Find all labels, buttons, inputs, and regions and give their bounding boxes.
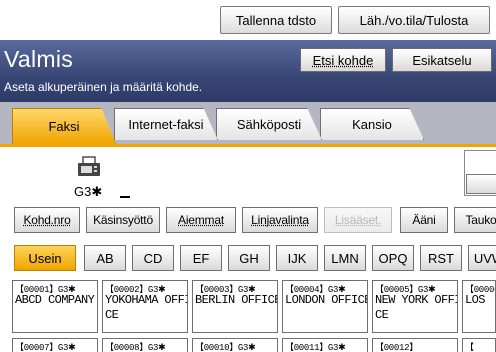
index-ab[interactable]: AB: [84, 245, 126, 271]
fax-line-label: G3✱: [74, 184, 103, 199]
search-destination-label: Etsi kohde: [312, 52, 374, 68]
index-rst[interactable]: RST: [420, 245, 462, 271]
destination-entry[interactable]: 【00012】: [372, 338, 458, 352]
destination-name: LOS: [465, 293, 485, 307]
index-ef[interactable]: EF: [180, 245, 222, 271]
subaddress-button: Lisääset.: [324, 207, 392, 233]
dest-number-label: Kohd.nro: [23, 213, 71, 227]
status-title: Valmis: [4, 46, 74, 72]
destination-entry[interactable]: 【00004】G3✱ LONDON OFFICE: [282, 280, 368, 333]
destination-entry[interactable]: 【00008】G3✱: [102, 338, 188, 352]
destination-entry[interactable]: 【00002】G3✱ YOKOHAMA OFFICE: [102, 280, 188, 333]
index-uvw[interactable]: UVW: [468, 245, 496, 271]
destination-entry[interactable]: 【00005】G3✱ NEW YORK OFFICE: [372, 280, 458, 333]
destination-name: BERLIN OFFICE: [195, 293, 278, 307]
store-file-button[interactable]: Tallenna tdsto: [220, 6, 332, 34]
index-frequent[interactable]: Usein: [14, 245, 76, 271]
history-label: Aiemmat: [178, 213, 224, 227]
tab-fax[interactable]: Faksi: [12, 108, 116, 144]
index-opq[interactable]: OPQ: [372, 245, 414, 271]
tab-email[interactable]: Sähköposti: [216, 108, 322, 140]
destination-name: LONDON OFFICE: [285, 293, 368, 307]
destination-name: YOKOHAMA OFFICE: [105, 293, 188, 322]
destination-entry[interactable]: 【00003】G3✱ BERLIN OFFICE: [192, 280, 278, 333]
index-lmn[interactable]: LMN: [324, 245, 366, 271]
line-select-button[interactable]: Linjavalinta: [242, 207, 318, 233]
line-select-label: Linjavalinta: [251, 213, 309, 227]
destination-entry[interactable]: 【: [462, 338, 496, 352]
job-status-button[interactable]: Läh./vo.tila/Tulosta: [338, 6, 490, 34]
destination-entry[interactable]: 【00007】G3✱: [12, 338, 98, 352]
search-destination-button[interactable]: Etsi kohde: [300, 48, 386, 72]
index-cd[interactable]: CD: [132, 245, 174, 271]
tone-button[interactable]: Ääni: [400, 207, 448, 233]
destination-entry[interactable]: 【00001】G3✱ ABCD COMPANY: [12, 280, 98, 333]
tab-folder[interactable]: Kansio: [320, 108, 424, 140]
destination-cursor: [120, 196, 130, 198]
history-button[interactable]: Aiemmat: [166, 207, 236, 233]
side-panel-button[interactable]: [466, 174, 496, 194]
preview-button[interactable]: Esikatselu: [392, 48, 492, 72]
destination-entry[interactable]: 【00010】G3✱: [192, 338, 278, 352]
fax-machine-icon: [78, 156, 100, 176]
destination-entry[interactable]: 【00006】 LOS: [462, 280, 496, 333]
subaddress-label: Lisääset.: [334, 213, 382, 227]
destination-entry[interactable]: 【00011】G3✱: [282, 338, 368, 352]
index-ijk[interactable]: IJK: [276, 245, 318, 271]
index-gh[interactable]: GH: [228, 245, 270, 271]
tab-internet-fax[interactable]: Internet-faksi: [114, 108, 218, 140]
manual-entry-button[interactable]: Käsinsyöttö: [86, 207, 160, 233]
destination-name: ABCD COMPANY: [15, 293, 95, 307]
destination-name: NEW YORK OFFICE: [375, 293, 458, 322]
instruction-text: Aseta alkuperäinen ja määritä kohde.: [4, 80, 203, 94]
dest-number-button[interactable]: Kohd.nro: [14, 207, 80, 233]
pause-button[interactable]: Tauko: [454, 207, 496, 233]
